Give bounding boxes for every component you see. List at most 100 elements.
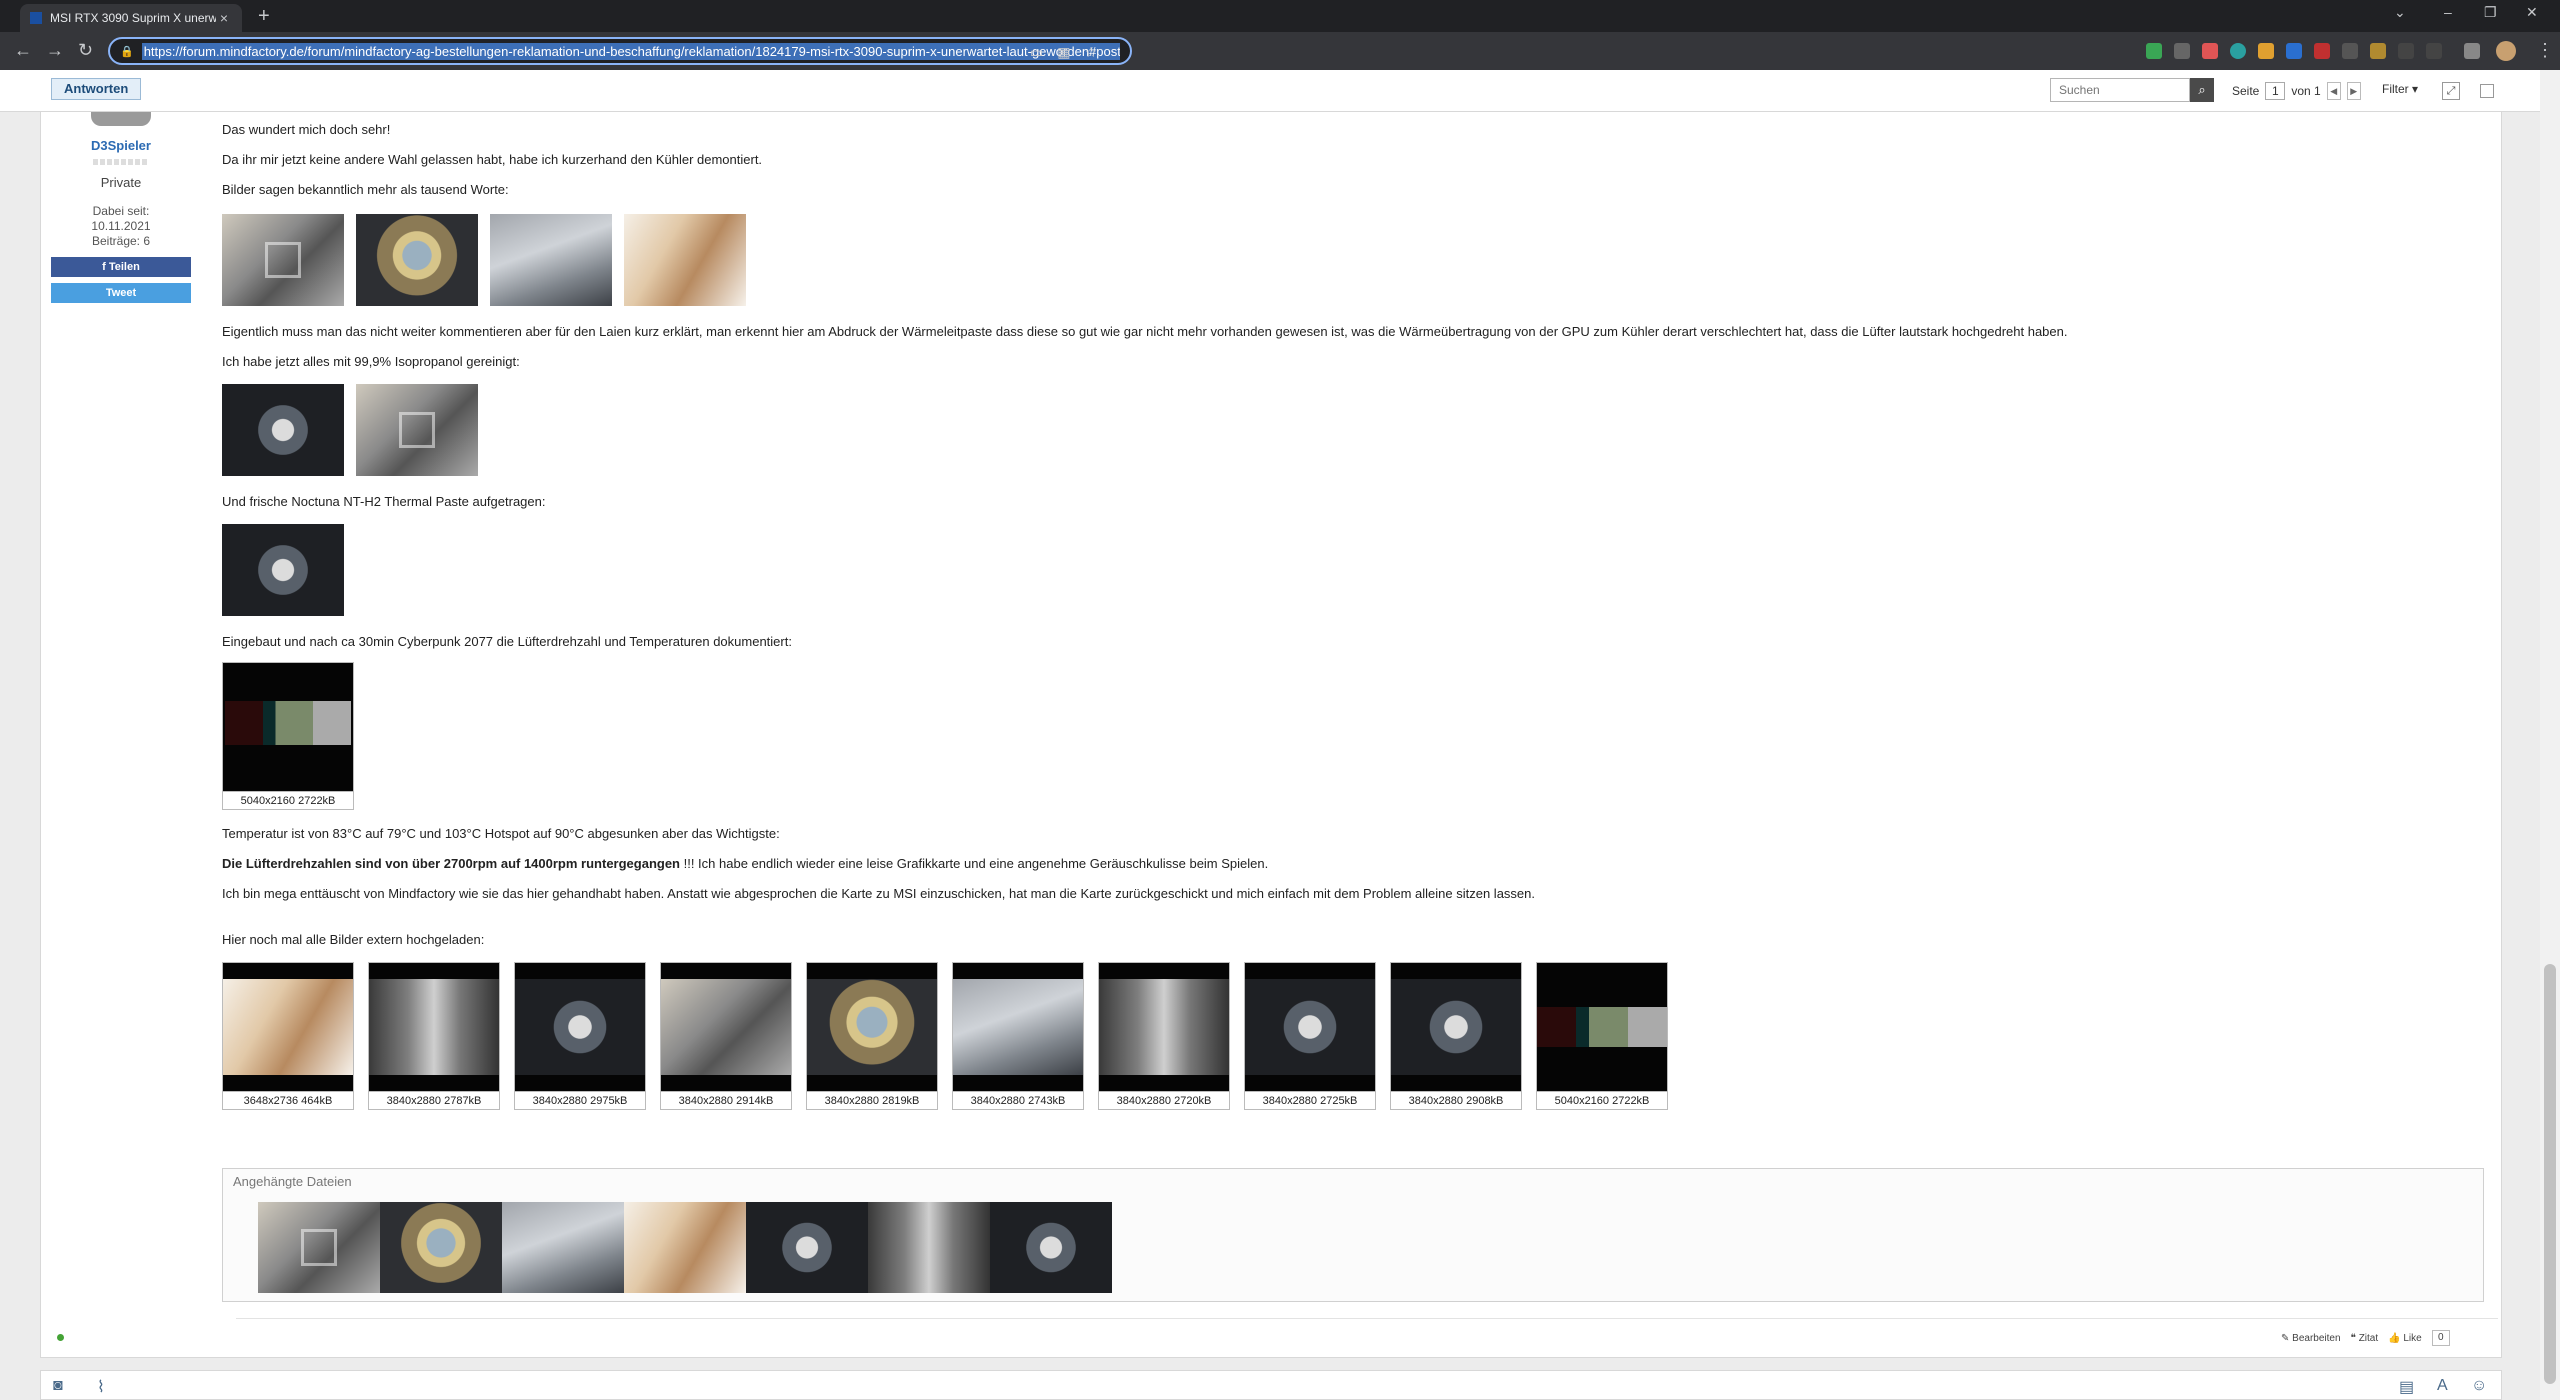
attach-link-icon[interactable]: ⌇ (97, 1377, 105, 1397)
page-number-input[interactable]: 1 (2265, 82, 2286, 100)
filter-dropdown[interactable]: Filter ▾ (2382, 82, 2418, 96)
post-image-thumb[interactable] (222, 384, 344, 476)
bookmark-star-icon[interactable]: ☆ (1084, 44, 1097, 61)
post-image-thumb[interactable] (222, 214, 344, 306)
post-image-thumb[interactable] (490, 214, 612, 306)
external-image[interactable]: 3840x2880 2914kB (660, 962, 792, 1110)
next-page-icon[interactable]: ▶ (2346, 82, 2361, 100)
page-label: Seite (2232, 84, 2260, 98)
external-image[interactable]: 3840x2880 2725kB (1244, 962, 1376, 1110)
back-icon[interactable]: ← (14, 40, 32, 60)
browser-tab-active[interactable]: MSI RTX 3090 Suprim X unerwart × (20, 4, 242, 32)
image-caption: 5040x2160 2722kB (1537, 1091, 1667, 1110)
extension-dark-icon[interactable] (2342, 43, 2358, 59)
search-input[interactable] (2050, 78, 2190, 102)
smiley-icon[interactable]: ☺ (2471, 1377, 2487, 1395)
extension-drop-icon[interactable] (2286, 43, 2302, 59)
extension-m-icon[interactable] (2230, 43, 2246, 59)
prev-page-icon[interactable]: ◀ (2326, 82, 2341, 100)
attachment-thumb[interactable] (868, 1202, 990, 1293)
page-scrollbar[interactable] (2540, 70, 2560, 1400)
image-caption: 3840x2880 2914kB (661, 1091, 791, 1110)
edit-button[interactable]: ✎ Bearbeiten (2281, 1333, 2341, 1344)
external-image[interactable]: 3648x2736 464kB (222, 962, 354, 1110)
close-window-icon[interactable]: ✕ (2526, 4, 2538, 21)
username-link[interactable]: D3Spieler (51, 138, 191, 153)
restore-icon[interactable]: ❐ (2484, 4, 2497, 21)
bold-highlight: Die Lüfterdrehzahlen sind von über 2700r… (222, 856, 680, 871)
qr-icon[interactable]: ▦ (1057, 44, 1070, 61)
scrollbar-thumb[interactable] (2544, 964, 2556, 1384)
post-image-thumb[interactable] (356, 384, 478, 476)
page-total: von 1 (2291, 84, 2321, 98)
search-icon[interactable]: ⌕ (2190, 78, 2214, 102)
external-image[interactable]: 3840x2880 2975kB (514, 962, 646, 1110)
post-paragraph: Bilder sagen bekanntlich mehr als tausen… (222, 182, 509, 197)
image-caption: 3648x2736 464kB (223, 1091, 353, 1110)
image-toggle-icon[interactable]: ⤢ (2442, 82, 2460, 100)
post-paragraph: Eingebaut und nach ca 30min Cyberpunk 20… (222, 634, 792, 649)
select-checkbox[interactable] (2480, 84, 2494, 98)
lock-icon: 🔒 (120, 45, 134, 58)
extension-color-icon[interactable] (2258, 43, 2274, 59)
image-caption: 3840x2880 2720kB (1099, 1091, 1229, 1110)
post-image-thumb[interactable] (222, 524, 344, 616)
extensions-puzzle-icon[interactable] (2464, 43, 2480, 59)
twitter-share-button[interactable]: Tweet (51, 283, 191, 303)
minimize-icon[interactable]: – (2444, 4, 2452, 20)
post-paragraph: Eigentlich muss man das nicht weiter kom… (222, 324, 2068, 339)
image-caption: 3840x2880 2908kB (1391, 1091, 1521, 1110)
avatar (91, 112, 151, 126)
reply-button[interactable]: Antworten (51, 78, 142, 100)
extension-mail-icon[interactable] (2202, 43, 2218, 59)
extension-download-icon[interactable] (2370, 43, 2386, 59)
attachment-thumb[interactable] (990, 1202, 1112, 1293)
attachment-thumb[interactable] (258, 1202, 380, 1293)
pagination: Seite 1 von 1 ◀ ▶ (2232, 82, 2361, 100)
post-paragraph: Die Lüfterdrehzahlen sind von über 2700r… (222, 856, 1268, 871)
profile-avatar[interactable] (2496, 41, 2516, 61)
forward-icon[interactable]: → (46, 40, 64, 60)
forum-search: ⌕ (2050, 78, 2214, 102)
external-images-row: 3648x2736 464kB 3840x2880 2787kB 3840x28… (222, 962, 1668, 1110)
reload-icon[interactable]: ↻ (78, 40, 93, 60)
tab-close-icon[interactable]: × (216, 10, 232, 26)
attachment-thumb[interactable] (746, 1202, 868, 1293)
extension-vd-icon[interactable] (2426, 43, 2442, 59)
attachment-thumb[interactable] (380, 1202, 502, 1293)
paragraph-rest: !!! Ich habe endlich wieder eine leise G… (680, 856, 1269, 871)
attachments-heading: Angehängte Dateien (233, 1174, 352, 1189)
user-rank: Private (100, 175, 142, 190)
post-image-thumb[interactable] (356, 214, 478, 306)
external-image[interactable]: 5040x2160 2722kB (1536, 962, 1668, 1110)
screenshot-attachment[interactable]: 5040x2160 2722kB (222, 662, 354, 810)
paste-icon[interactable]: ▤ (2399, 1377, 2414, 1397)
external-image[interactable]: 3840x2880 2743kB (952, 962, 1084, 1110)
extension-shield-icon[interactable] (2174, 43, 2190, 59)
address-url[interactable]: https://forum.mindfactory.de/forum/mindf… (141, 42, 1120, 60)
extension-music-icon[interactable] (2398, 43, 2414, 59)
external-image[interactable]: 3840x2880 2819kB (806, 962, 938, 1110)
extension-check-icon[interactable] (2146, 43, 2162, 59)
tab-search-icon[interactable]: ⌄ (2394, 4, 2406, 21)
post-paragraph: Da ihr mir jetzt keine andere Wahl gelas… (222, 152, 763, 167)
image-caption: 3840x2880 2975kB (515, 1091, 645, 1110)
post-image-thumb[interactable] (624, 214, 746, 306)
font-icon[interactable]: A (2437, 1377, 2448, 1395)
external-image[interactable]: 3840x2880 2908kB (1390, 962, 1522, 1110)
cast-icon[interactable]: ▭ (1030, 44, 1043, 61)
attachment-thumb[interactable] (624, 1202, 746, 1293)
attachment-thumb[interactable] (502, 1202, 624, 1293)
facebook-share-button[interactable]: f Teilen (51, 257, 191, 277)
extension-red-icon[interactable] (2314, 43, 2330, 59)
quote-button[interactable]: ❝ Zitat (2351, 1333, 2379, 1344)
external-image[interactable]: 3840x2880 2720kB (1098, 962, 1230, 1110)
address-bar[interactable]: 🔒 https://forum.mindfactory.de/forum/min… (108, 37, 1132, 65)
like-button[interactable]: 👍 Like (2388, 1333, 2422, 1344)
online-status-icon (57, 1334, 64, 1341)
camera-icon[interactable]: ◙ (53, 1377, 63, 1395)
new-tab-button[interactable]: + (258, 6, 270, 26)
external-image[interactable]: 3840x2880 2787kB (368, 962, 500, 1110)
post-paragraph: Ich bin mega enttäuscht von Mindfactory … (222, 886, 1535, 901)
browser-menu-icon[interactable]: ⋮ (2536, 40, 2554, 60)
